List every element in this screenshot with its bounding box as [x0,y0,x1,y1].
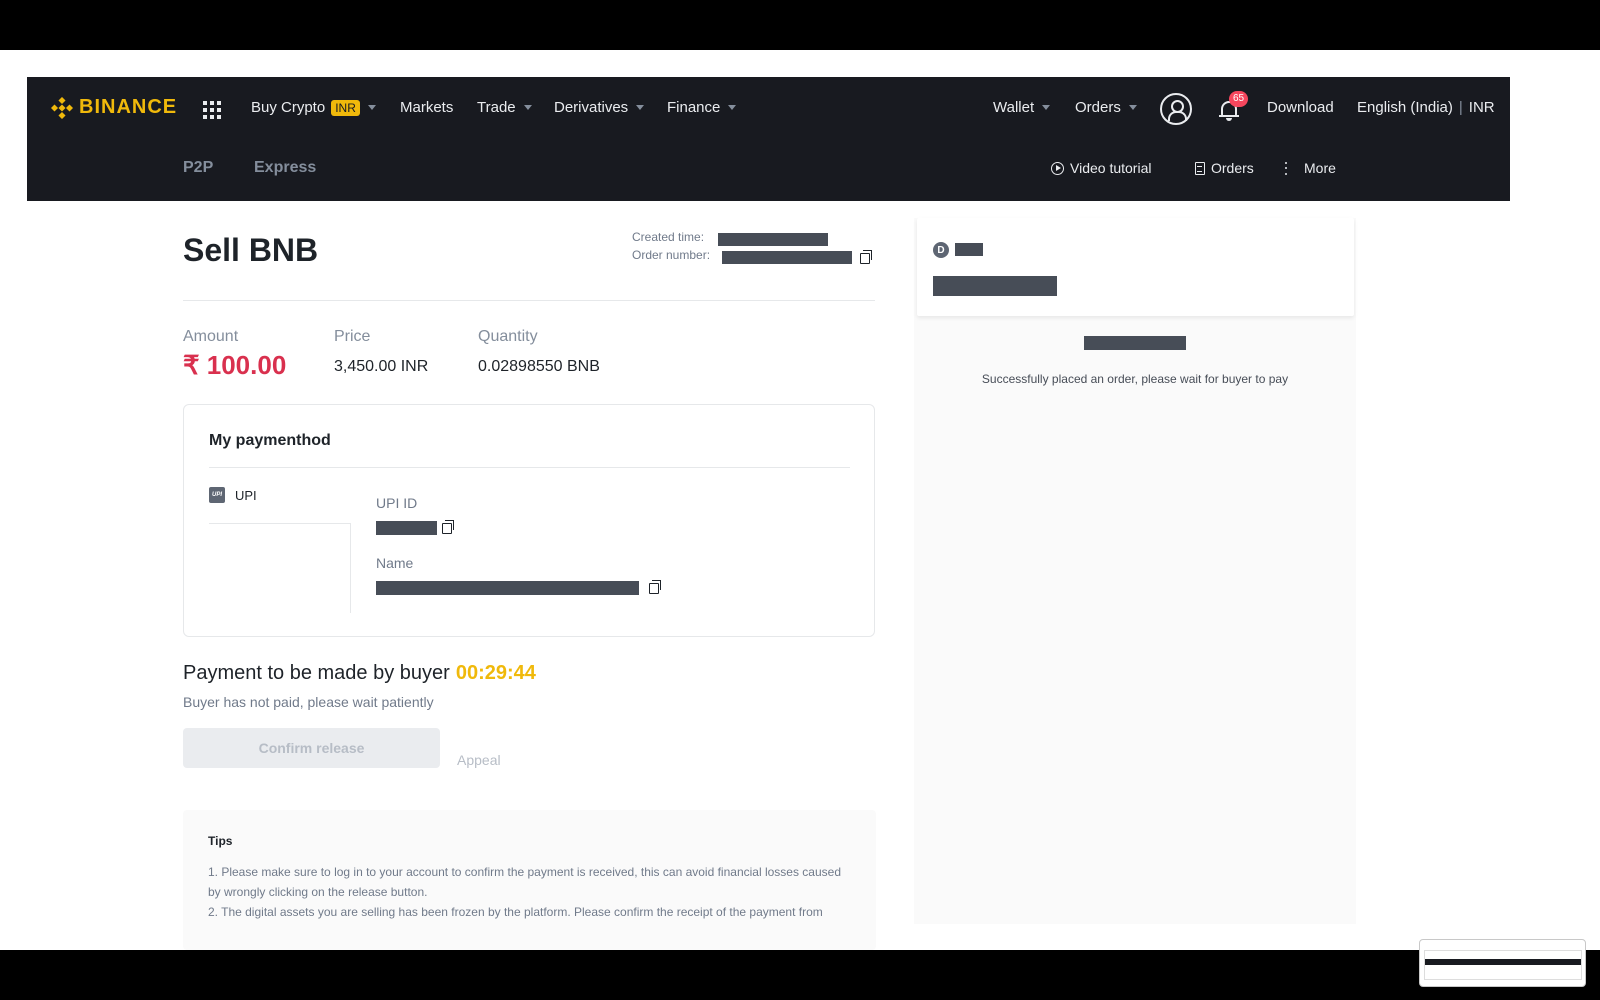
nav-derivatives[interactable]: Derivatives [554,99,645,116]
chat-status-message: Successfully placed an order, please wai… [981,372,1289,386]
payment-status-heading: Payment to be made by buyer 00:29:44 [183,662,536,685]
amount-label: Amount [183,328,239,345]
binance-logo[interactable]: BINANCE [51,96,177,119]
upi-id-label: UPI ID [376,495,418,511]
page-title: Sell BNB [183,232,319,268]
thumbnail-preview [1424,950,1582,980]
countdown-timer: 00:29:44 [455,662,536,684]
logo-text: BINANCE [79,96,178,118]
chevron-down-icon [728,105,737,110]
app-window: BINANCE Buy Crypto INR Markets Trade Der… [0,50,1600,950]
currency-label: INR [1468,99,1495,116]
payment-status-text: Payment to be made by buyer [183,662,450,684]
quantity-value: 0.02898550 BNB [478,358,600,375]
sub-navigation: P2P Express Video tutorial Orders More [27,141,1510,201]
nav-buy-crypto-label: Buy Crypto [251,99,326,116]
nav-trade[interactable]: Trade [477,99,532,116]
appeal-link[interactable]: Appeal [457,752,501,768]
payment-method-name: UPI [235,487,257,503]
more-label: More [1304,160,1336,176]
chevron-down-icon [523,105,532,110]
apps-grid-icon[interactable] [203,101,221,119]
nav-finance-label: Finance [667,99,721,116]
nav-orders-label: Orders [1075,99,1121,116]
counterparty-card: D [917,218,1354,316]
chevron-down-icon [1042,105,1051,110]
orders-link-label: Orders [1211,160,1254,176]
payment-status-subtext: Buyer has not paid, please wait patientl… [183,694,434,710]
tip-item: 2. The digital assets you are selling ha… [208,905,823,919]
inr-badge: INR [331,99,360,116]
nav-finance[interactable]: Finance [667,99,737,116]
method-list-divider [209,523,351,524]
video-tutorial-link[interactable]: Video tutorial [1051,160,1151,176]
user-account-icon[interactable] [1160,93,1192,125]
play-icon [1051,161,1064,175]
nav-download[interactable]: Download [1267,99,1334,116]
tab-express[interactable]: Express [254,159,316,177]
payment-method-card: My paymenthod UPI UPI UPI ID Name [183,404,875,637]
payment-method-divider [209,467,850,468]
nav-trade-label: Trade [477,99,516,116]
tips-title: Tips [208,834,233,848]
redacted-chat-header [1084,336,1186,350]
copy-upi-id-icon[interactable] [442,520,454,534]
price-label: Price [334,328,371,345]
separator: | [1458,99,1463,116]
top-navigation: BINANCE Buy Crypto INR Markets Trade Der… [27,77,1510,141]
thumbnail-bar [1425,959,1581,965]
chat-panel [914,218,1356,924]
document-icon [1195,161,1205,175]
chevron-down-icon [1128,105,1137,110]
notification-count-badge: 65 [1229,91,1249,107]
nav-buy-crypto[interactable]: Buy Crypto INR [251,99,376,116]
chevron-down-icon [636,105,645,110]
more-menu[interactable]: More [1285,160,1336,176]
payment-method-title: My paymenthod [209,432,331,449]
confirm-release-button[interactable]: Confirm release [183,728,440,768]
order-number-label: Order number: [632,248,711,262]
copy-order-number-icon[interactable] [860,250,872,264]
quantity-label: Quantity [478,328,538,345]
upi-logo-icon: UPI [209,487,225,503]
more-vertical-icon [1285,161,1288,175]
nav-markets-label: Markets [400,99,454,116]
nav-orders[interactable]: Orders [1075,99,1137,116]
tab-p2p[interactable]: P2P [183,159,213,177]
tips-panel: Tips 1. Please make sure to log in to yo… [183,810,876,950]
name-label: Name [376,555,414,571]
header-divider [183,300,875,301]
video-tutorial-label: Video tutorial [1070,160,1152,176]
chevron-down-icon [367,105,376,110]
redacted-created-time [718,233,828,246]
method-list-separator [350,523,351,613]
orders-link[interactable]: Orders [1195,160,1254,176]
tip-item: 1. Please make sure to log in to your ac… [208,865,841,899]
language-label: English (India) [1357,99,1453,116]
nav-wallet-label: Wallet [993,99,1035,116]
language-currency-selector[interactable]: English (India) | INR [1357,99,1495,116]
redacted-order-number [722,251,852,264]
screen-thumbnail[interactable] [1419,939,1586,987]
redacted-name [376,581,639,595]
price-value: 3,450.00 INR [334,358,429,375]
redacted-upi-id [376,521,437,535]
redacted-counterparty-name [955,243,983,256]
created-time-label: Created time: [632,230,705,244]
copy-name-icon[interactable] [649,580,661,594]
binance-logo-icon [51,96,73,119]
redacted-counterparty-info [933,276,1057,296]
payment-method-item-upi[interactable]: UPI UPI [209,487,257,503]
nav-download-label: Download [1267,99,1334,116]
nav-markets[interactable]: Markets [400,99,453,116]
counterparty-avatar: D [933,242,949,258]
nav-wallet[interactable]: Wallet [993,99,1051,116]
amount-value: ₹ 100.00 [183,350,287,380]
nav-derivatives-label: Derivatives [554,99,629,116]
